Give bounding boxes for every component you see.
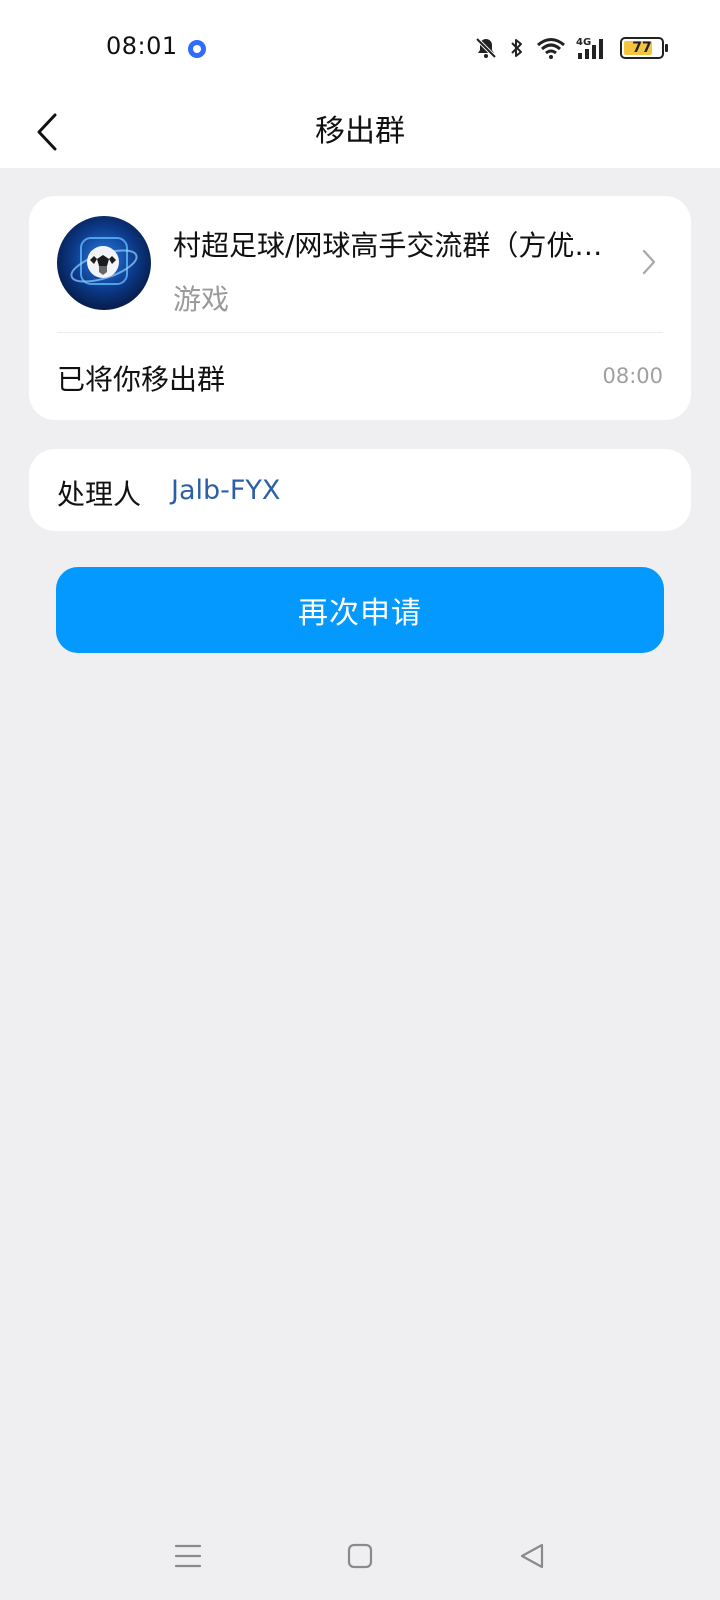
cellular-signal-icon: 4G [576, 37, 603, 59]
back-key[interactable] [512, 1536, 552, 1576]
chevron-right-icon [642, 249, 656, 275]
notification-dot-icon [188, 40, 206, 58]
home-square-icon [347, 1543, 373, 1569]
home-key[interactable] [340, 1536, 380, 1576]
handler-card: 处理人 Jalb-FYX [29, 449, 691, 531]
status-bar: 08:01 4G 77 [0, 0, 720, 96]
menu-key[interactable] [168, 1536, 208, 1576]
group-category: 游戏 [173, 283, 230, 316]
nav-bar: 移出群 [0, 96, 720, 168]
network-type-label: 4G [576, 37, 591, 48]
group-card: 村超足球/网球高手交流群（方优… 游戏 已将你移出群 08:00 [29, 196, 691, 420]
removed-timestamp: 08:00 [602, 364, 663, 388]
battery-icon: 77 [620, 37, 668, 59]
page-title: 移出群 [315, 114, 405, 149]
handler-name-link[interactable]: Jalb-FYX [171, 475, 280, 506]
soccer-ball-icon [70, 237, 138, 285]
group-avatar [57, 216, 151, 310]
group-name: 村超足球/网球高手交流群（方优… [173, 229, 603, 262]
bluetooth-icon [511, 39, 522, 57]
divider [57, 332, 663, 333]
wifi-icon [537, 38, 565, 59]
status-time: 08:01 [106, 32, 178, 60]
reapply-button[interactable]: 再次申请 [56, 567, 664, 653]
group-info-row[interactable]: 村超足球/网球高手交流群（方优… 游戏 [29, 196, 691, 332]
bell-muted-icon [475, 37, 497, 59]
system-nav-bar [0, 1500, 720, 1600]
status-icons: 4G 77 [474, 34, 668, 62]
handler-label: 处理人 [57, 478, 142, 511]
triangle-back-icon [520, 1543, 544, 1569]
menu-icon [174, 1544, 202, 1568]
battery-level: 77 [632, 40, 652, 56]
removed-message: 已将你移出群 [57, 363, 226, 396]
